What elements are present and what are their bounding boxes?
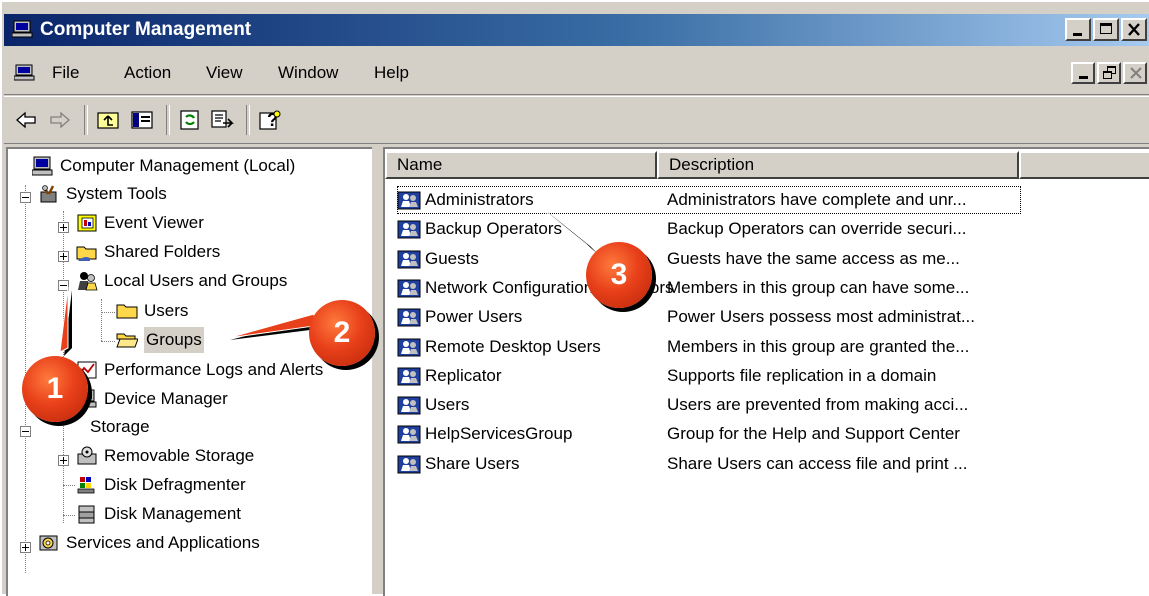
annotation-layer bbox=[59, 207, 598, 356]
callout-1-pointer bbox=[59, 286, 69, 353]
callout-badge-1: 1 bbox=[22, 356, 88, 422]
callout-badge-3: 3 bbox=[586, 242, 652, 308]
callout-badge-2: 2 bbox=[309, 300, 375, 366]
callout-3-pointer bbox=[540, 207, 595, 253]
computer-management-window: Computer Management File Action View Win… bbox=[0, 0, 1149, 596]
